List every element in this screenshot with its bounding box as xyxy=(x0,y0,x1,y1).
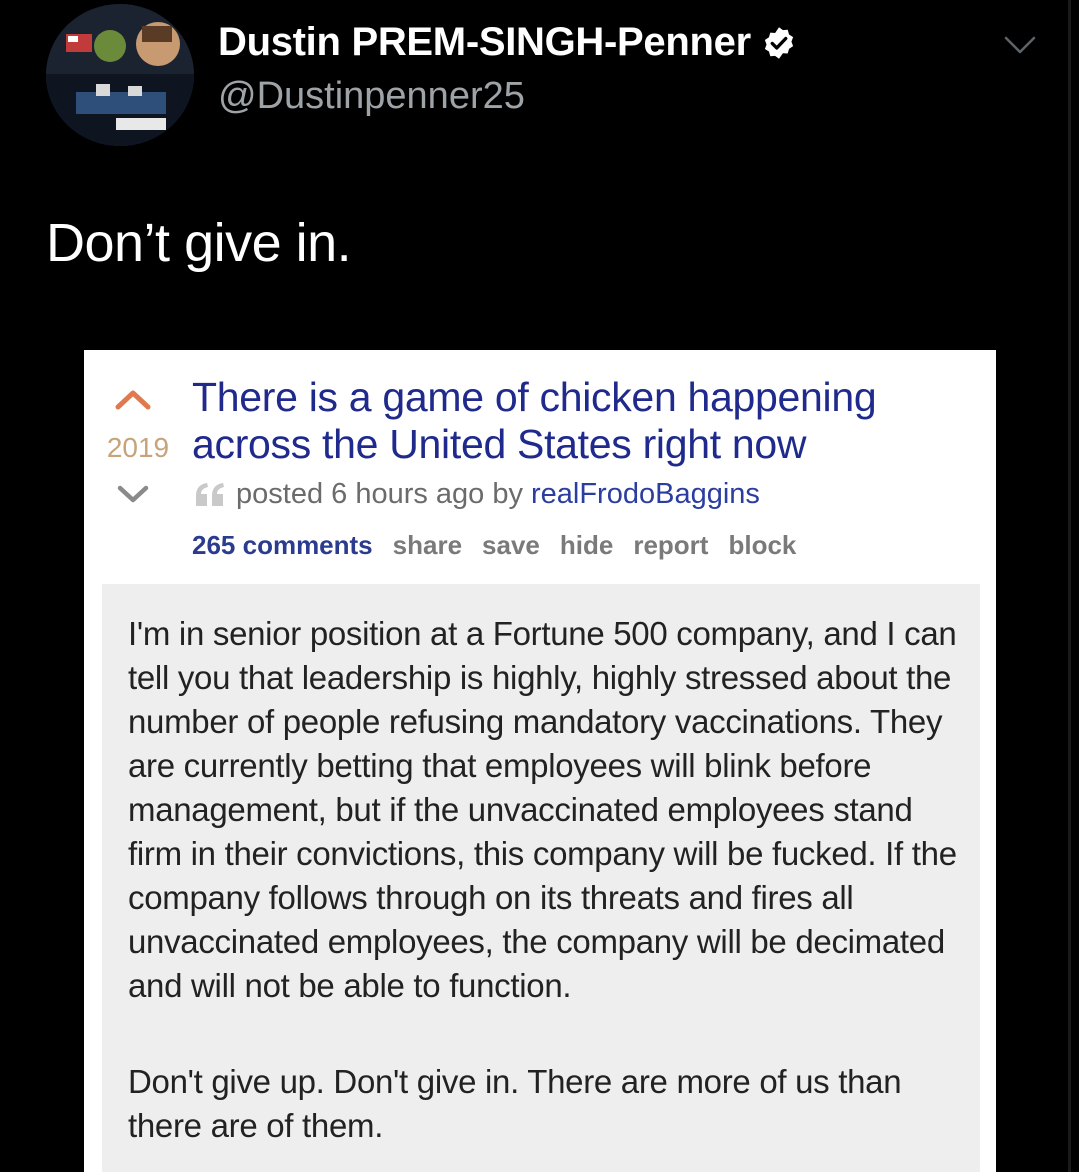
tweet-text: Don’t give in. xyxy=(46,213,352,273)
post-body-paragraph: I'm in senior position at a Fortune 500 … xyxy=(128,615,957,1004)
quote-icon xyxy=(196,482,224,506)
post-body-paragraph: Don't give up. Don't give in. There are … xyxy=(128,1063,902,1144)
comments-link[interactable]: 265 comments xyxy=(192,530,373,561)
scrollbar-track xyxy=(1068,0,1071,1172)
downvote-arrow-icon[interactable] xyxy=(116,484,150,504)
share-link[interactable]: share xyxy=(393,530,462,561)
block-link[interactable]: block xyxy=(728,530,796,561)
display-name[interactable]: Dustin PREM-SINGH-Penner xyxy=(218,20,797,65)
save-link[interactable]: save xyxy=(482,530,540,561)
post-body: I'm in senior position at a Fortune 500 … xyxy=(102,584,980,1172)
display-name-text: Dustin PREM-SINGH-Penner xyxy=(218,20,751,64)
post-title-link[interactable]: There is a game of chicken happening acr… xyxy=(192,374,982,468)
embedded-reddit-screenshot[interactable]: 2019 There is a game of chicken happenin… xyxy=(84,350,996,1172)
author-link[interactable]: realFrodoBaggins xyxy=(531,478,760,511)
post-tagline: posted 6 hours ago by realFrodoBaggins xyxy=(192,478,760,511)
post-actions: 265 comments share save hide report bloc… xyxy=(192,530,796,561)
profile-avatar[interactable] xyxy=(46,4,194,146)
tagline-text: posted 6 hours ago by xyxy=(236,478,523,510)
report-link[interactable]: report xyxy=(633,530,708,561)
post-score: 2019 xyxy=(106,432,170,463)
upvote-arrow-icon[interactable] xyxy=(114,388,152,410)
chevron-down-icon[interactable] xyxy=(1000,32,1040,60)
hide-link[interactable]: hide xyxy=(560,530,613,561)
user-handle[interactable]: @Dustinpenner25 xyxy=(218,75,525,118)
verified-badge-icon xyxy=(764,26,793,59)
